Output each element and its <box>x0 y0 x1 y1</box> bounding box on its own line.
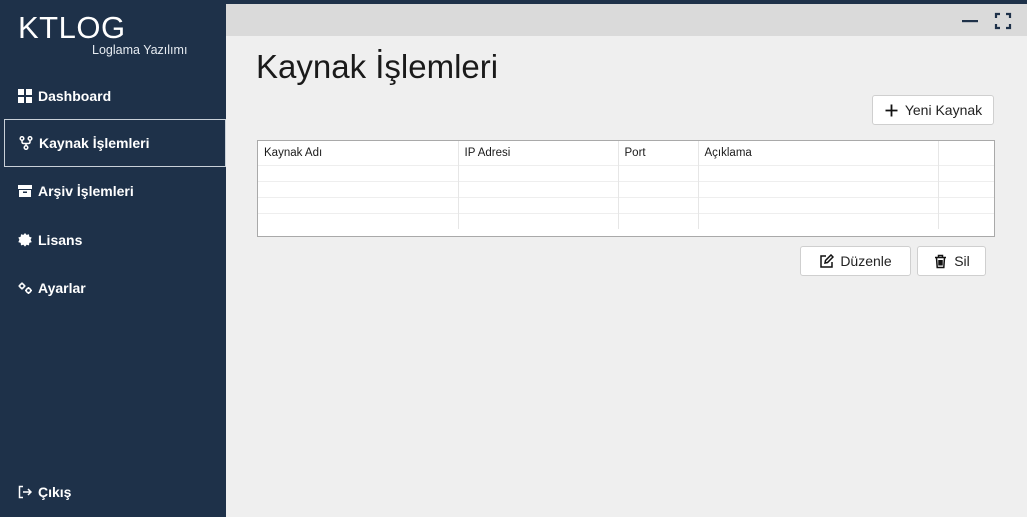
column-header[interactable]: Port <box>618 141 699 165</box>
delete-button[interactable]: Sil <box>917 246 986 276</box>
delete-label: Sil <box>954 253 970 269</box>
title-bar <box>226 4 1027 36</box>
minimize-button[interactable] <box>959 10 981 32</box>
logout-label: Çıkış <box>38 484 72 500</box>
sidebar-item-kaynak-islemleri[interactable]: Kaynak İşlemleri <box>4 119 226 167</box>
sources-table[interactable]: Kaynak Adı IP Adresi Port Açıklama <box>257 140 995 237</box>
certificate-icon <box>18 233 32 247</box>
brand-subtitle: Loglama Yazılımı <box>92 43 188 57</box>
column-header[interactable] <box>938 141 994 165</box>
table-row[interactable] <box>258 164 994 181</box>
sidebar-item-label: Arşiv İşlemleri <box>38 183 134 199</box>
page-title: Kaynak İşlemleri <box>256 48 499 85</box>
column-header[interactable]: Açıklama <box>698 141 939 165</box>
sidebar-item-arsiv-islemleri[interactable]: Arşiv İşlemleri <box>4 167 226 215</box>
maximize-button[interactable] <box>992 10 1014 32</box>
table-row[interactable] <box>258 180 994 197</box>
plus-icon <box>885 104 898 116</box>
edit-label: Düzenle <box>840 253 892 269</box>
app-window: KTLOG Loglama Yazılımı Dashboard Kaynak … <box>0 0 1027 517</box>
brand-title: KTLOG <box>18 10 126 45</box>
new-source-label: Yeni Kaynak <box>904 102 983 118</box>
sidebar-item-label: Dashboard <box>38 88 112 104</box>
column-header[interactable]: IP Adresi <box>458 141 619 165</box>
table-row[interactable] <box>258 196 994 213</box>
edit-icon <box>820 253 835 268</box>
gears-icon <box>18 281 32 295</box>
logout-button[interactable]: Çıkış <box>4 468 226 516</box>
sidebar-item-ayarlar[interactable]: Ayarlar <box>4 264 226 312</box>
minimize-icon <box>962 20 978 23</box>
dashboard-icon <box>18 89 32 103</box>
sign-out-icon <box>18 485 32 499</box>
edit-button[interactable]: Düzenle <box>800 246 911 276</box>
new-source-button[interactable]: Yeni Kaynak <box>872 95 994 125</box>
column-header[interactable]: Kaynak Adı <box>258 141 459 165</box>
main-content: Kaynak İşlemleri Yeni Kaynak Kaynak Adı … <box>226 4 1027 517</box>
expand-icon <box>994 12 1012 30</box>
table-header-row: Kaynak Adı IP Adresi Port Açıklama <box>258 141 994 165</box>
sidebar-item-dashboard[interactable]: Dashboard <box>4 72 226 120</box>
fork-icon <box>19 136 33 150</box>
table-row[interactable] <box>258 212 994 229</box>
sidebar-item-label: Ayarlar <box>38 280 86 296</box>
sidebar: KTLOG Loglama Yazılımı Dashboard Kaynak … <box>2 2 226 517</box>
sidebar-item-label: Lisans <box>38 232 83 248</box>
sidebar-item-lisans[interactable]: Lisans <box>4 216 226 264</box>
sidebar-item-label: Kaynak İşlemleri <box>39 135 150 151</box>
brand: KTLOG Loglama Yazılımı <box>18 10 187 57</box>
trash-icon <box>935 254 947 268</box>
archive-icon <box>18 184 32 198</box>
